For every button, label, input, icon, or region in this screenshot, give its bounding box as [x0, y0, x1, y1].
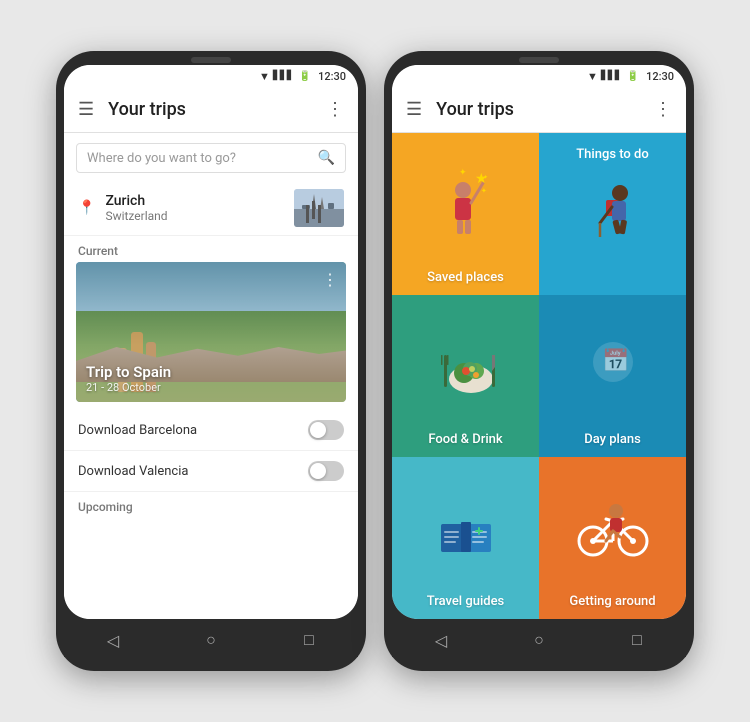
right-menu-icon[interactable]: ☰ — [406, 99, 422, 120]
right-home-button[interactable]: ○ — [524, 629, 554, 651]
recents-button[interactable]: □ — [294, 629, 324, 651]
day-plans-illustration: 📅 — [539, 303, 686, 432]
right-status-icons: ▼ ▋▋▋ 🔋 12:30 — [587, 70, 674, 83]
destination-thumbnail — [294, 189, 344, 227]
signal-icon: ▋▋▋ — [273, 71, 294, 81]
upcoming-section-label: Upcoming — [64, 492, 358, 518]
left-more-icon[interactable]: ⋮ — [326, 99, 344, 120]
right-app-header: ☰ Your trips ⋮ — [392, 87, 686, 133]
destination-info: Zurich Switzerland — [105, 193, 294, 223]
saved-places-illustration: ★ ✦ ✦ ✦ — [392, 141, 539, 270]
travel-guides-illustration — [392, 465, 539, 594]
time-display: 12:30 — [318, 70, 346, 83]
left-phone: ▼ ▋▋▋ 🔋 12:30 ☰ Your trips ⋮ Where do yo… — [56, 51, 366, 671]
download-valencia-toggle[interactable] — [308, 461, 344, 481]
home-button[interactable]: ○ — [196, 629, 226, 651]
download-barcelona-row: Download Barcelona — [64, 410, 358, 451]
battery-icon: 🔋 — [299, 71, 311, 82]
search-placeholder: Where do you want to go? — [87, 151, 318, 166]
search-icon: 🔍 — [318, 150, 335, 166]
wifi-icon: ▼ — [259, 70, 270, 83]
download-valencia-row: Download Valencia — [64, 451, 358, 492]
travel-guides-cell[interactable]: Travel guides — [392, 457, 539, 619]
right-phone: ▼ ▋▋▋ 🔋 12:30 ☰ Your trips ⋮ — [384, 51, 694, 671]
day-plans-cell[interactable]: 📅 Day plans — [539, 295, 686, 457]
food-drink-illustration — [392, 303, 539, 432]
phones-container: ▼ ▋▋▋ 🔋 12:30 ☰ Your trips ⋮ Where do yo… — [36, 31, 714, 691]
download-valencia-label: Download Valencia — [78, 464, 308, 479]
search-bar[interactable]: Where do you want to go? 🔍 — [76, 143, 346, 173]
travel-guides-label: Travel guides — [427, 594, 505, 609]
right-phone-screen: ▼ ▋▋▋ 🔋 12:30 ☰ Your trips ⋮ — [392, 65, 686, 619]
getting-around-illustration — [539, 465, 686, 594]
download-barcelona-toggle[interactable] — [308, 420, 344, 440]
things-to-do-cell[interactable]: Things to do — [539, 133, 686, 295]
svg-text:📅: 📅 — [602, 348, 629, 374]
left-menu-icon[interactable]: ☰ — [78, 99, 94, 120]
left-status-bar: ▼ ▋▋▋ 🔋 12:30 — [64, 65, 358, 87]
right-bottom-nav: ◁ ○ □ — [392, 619, 686, 657]
svg-text:✦: ✦ — [483, 174, 488, 181]
right-header-title: Your trips — [436, 99, 654, 120]
food-drink-cell[interactable]: Food & Drink — [392, 295, 539, 457]
getting-around-label: Getting around — [569, 594, 655, 609]
left-bottom-nav: ◁ ○ □ — [64, 619, 358, 657]
trip-card[interactable]: ⋮ Trip to Spain 21 - 28 October — [76, 262, 346, 402]
current-section-label: Current — [64, 236, 358, 262]
day-plans-label: Day plans — [584, 432, 641, 447]
download-barcelona-label: Download Barcelona — [78, 423, 308, 438]
right-signal-icon: ▋▋▋ — [601, 71, 622, 81]
svg-text:✦: ✦ — [459, 168, 467, 178]
trip-more-icon[interactable]: ⋮ — [322, 270, 338, 289]
right-back-button[interactable]: ◁ — [426, 629, 456, 651]
right-recents-button[interactable]: □ — [622, 629, 652, 651]
right-wifi-icon: ▼ — [587, 70, 598, 83]
food-drink-label: Food & Drink — [428, 432, 502, 447]
right-status-bar: ▼ ▋▋▋ 🔋 12:30 — [392, 65, 686, 87]
status-icons: ▼ ▋▋▋ 🔋 12:30 — [259, 70, 346, 83]
right-time-display: 12:30 — [646, 70, 674, 83]
trip-dates: 21 - 28 October — [86, 381, 336, 394]
trip-card-info: Trip to Spain 21 - 28 October — [76, 355, 346, 402]
category-grid: ★ ✦ ✦ ✦ Saved places Things to do — [392, 133, 686, 619]
left-header-title: Your trips — [108, 99, 326, 120]
getting-around-cell[interactable]: Getting around — [539, 457, 686, 619]
destination-name: Zurich — [105, 193, 294, 209]
location-pin-icon: 📍 — [78, 200, 95, 216]
saved-places-cell[interactable]: ★ ✦ ✦ ✦ Saved places — [392, 133, 539, 295]
back-button[interactable]: ◁ — [98, 629, 128, 651]
left-phone-screen: ▼ ▋▋▋ 🔋 12:30 ☰ Your trips ⋮ Where do yo… — [64, 65, 358, 619]
svg-text:✦: ✦ — [481, 187, 487, 195]
destination-item[interactable]: 📍 Zurich Switzerland — [64, 181, 358, 236]
trip-title: Trip to Spain — [86, 363, 336, 381]
left-app-header: ☰ Your trips ⋮ — [64, 87, 358, 133]
things-to-do-label-top: Things to do — [576, 147, 648, 162]
saved-places-label: Saved places — [427, 270, 504, 285]
right-more-icon[interactable]: ⋮ — [654, 99, 672, 120]
right-battery-icon: 🔋 — [627, 71, 639, 82]
destination-country: Switzerland — [105, 209, 294, 223]
